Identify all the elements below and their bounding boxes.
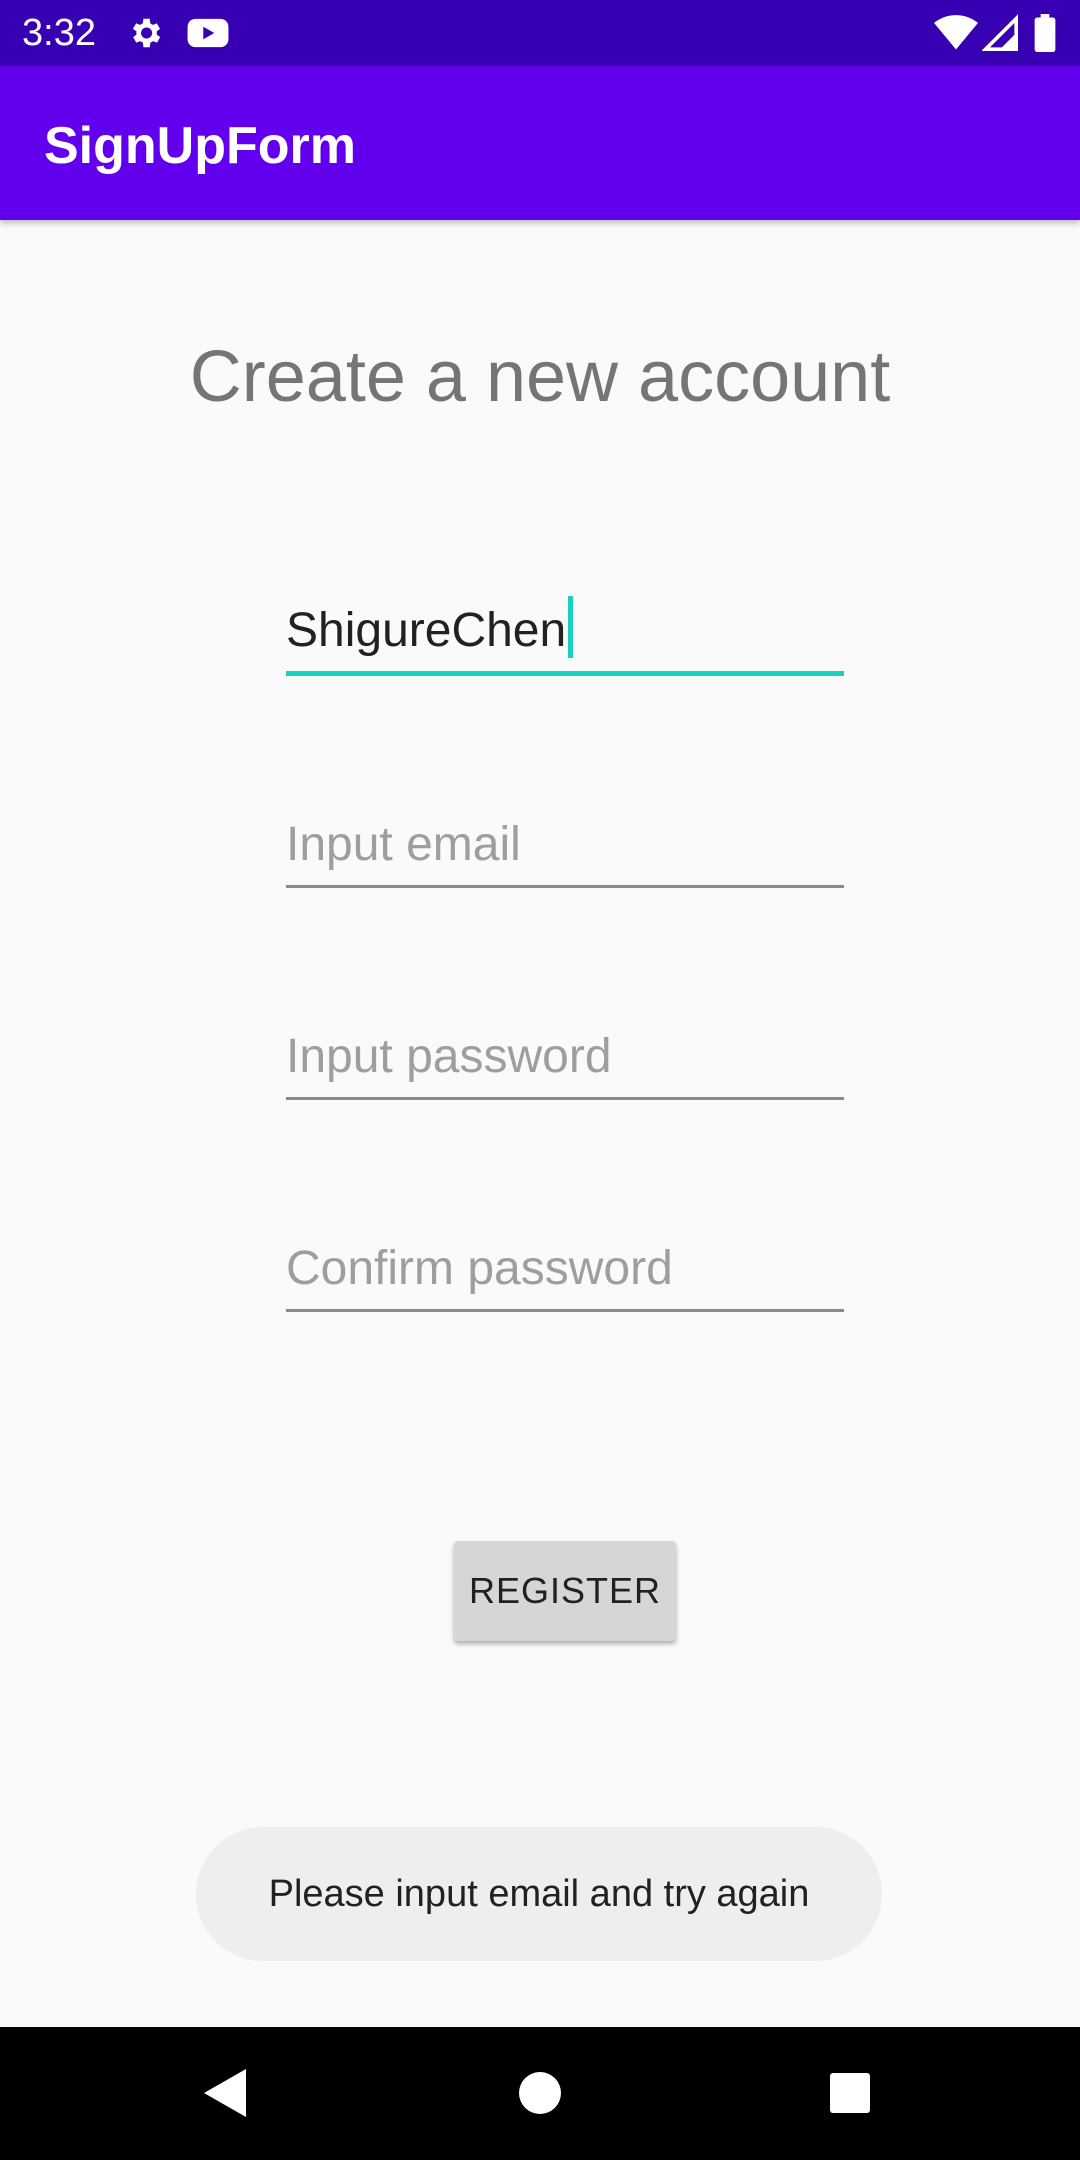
home-icon[interactable] — [518, 2067, 562, 2124]
app-bar: SignUpForm — [0, 66, 1080, 220]
toast-message: Please input email and try again — [196, 1827, 882, 1961]
toast-text: Please input email and try again — [268, 1872, 810, 1915]
navigation-bar — [0, 2027, 1080, 2160]
page-title: Create a new account — [189, 337, 891, 417]
gear-icon — [126, 14, 164, 57]
password-placeholder: Input password — [286, 1030, 612, 1083]
status-bar: 3:32 — [0, 0, 1080, 66]
recents-icon[interactable] — [828, 2067, 872, 2124]
confirm-password-placeholder: Confirm password — [286, 1242, 673, 1295]
username-value: ShigureChen — [286, 604, 567, 657]
back-icon[interactable] — [202, 2067, 250, 2124]
register-button[interactable]: REGISTER — [454, 1541, 676, 1641]
username-field-text: ShigureChen — [286, 596, 574, 659]
status-time: 3:32 — [22, 12, 96, 54]
cellular-signal-icon — [981, 14, 1018, 57]
password-field[interactable]: Input password — [286, 1020, 844, 1100]
confirm-password-field[interactable]: Confirm password — [286, 1232, 844, 1312]
username-field[interactable]: ShigureChen — [286, 596, 844, 676]
battery-icon — [1034, 14, 1056, 57]
text-cursor — [568, 596, 574, 658]
email-placeholder: Input email — [286, 818, 521, 871]
app-title: SignUpForm — [44, 117, 356, 175]
youtube-icon — [186, 14, 230, 57]
email-field[interactable]: Input email — [286, 808, 844, 888]
wifi-icon — [934, 14, 978, 57]
